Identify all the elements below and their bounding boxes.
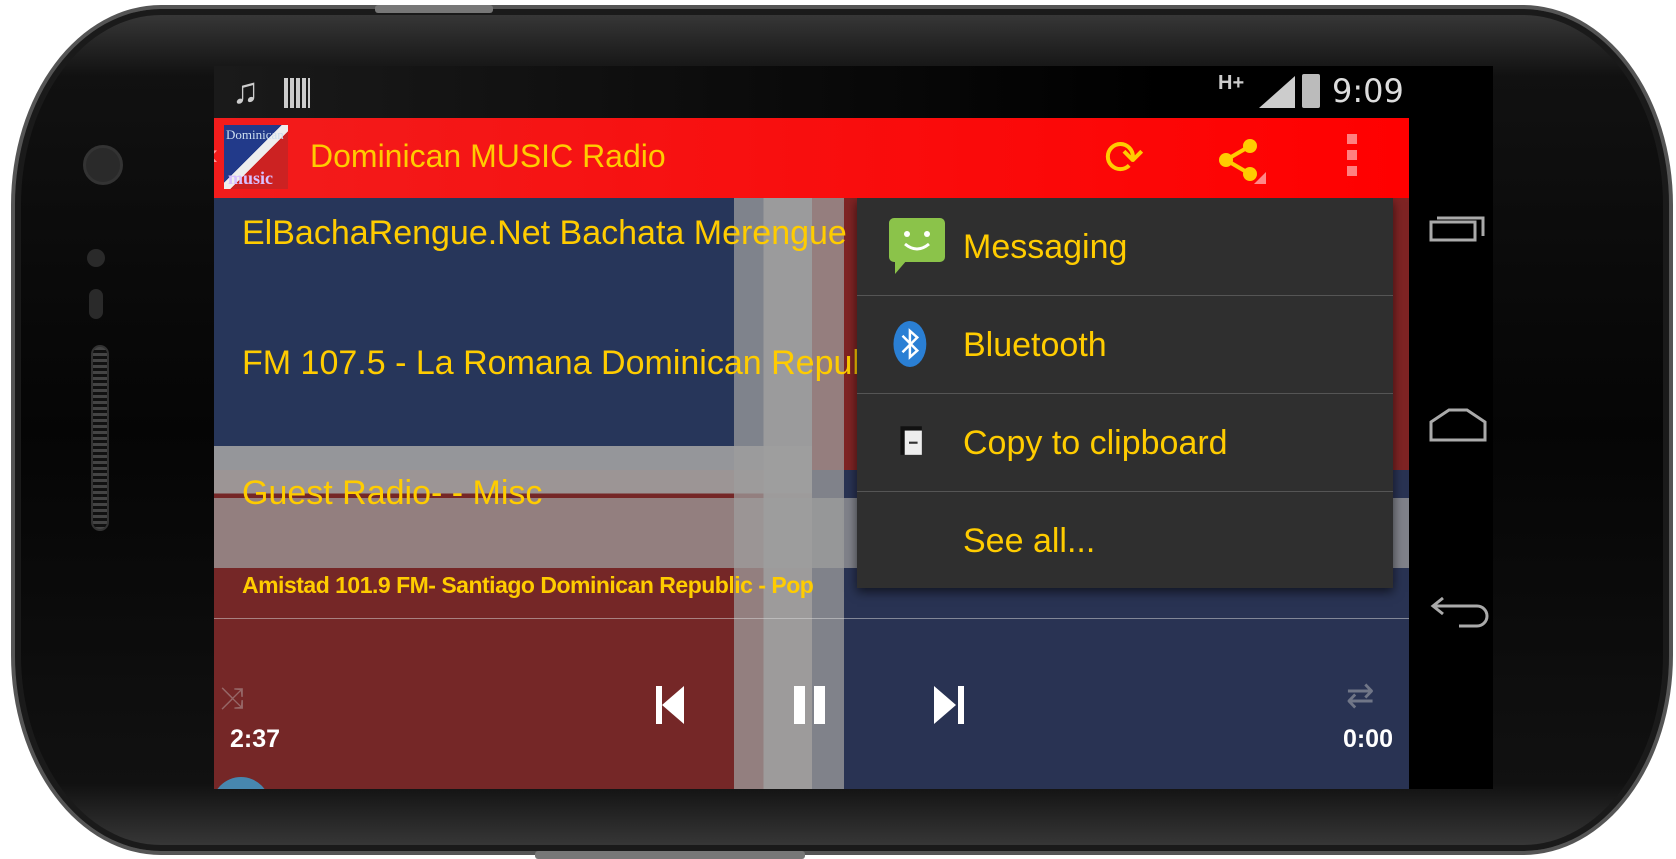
messaging-icon: [889, 218, 945, 274]
bluetooth-icon: [893, 321, 927, 367]
sensor: [87, 249, 105, 267]
overflow-menu-icon[interactable]: [1347, 134, 1357, 176]
navigation-bar: [1409, 66, 1493, 789]
share-menu: Messaging Bluetooth Copy to clipboard Se…: [857, 198, 1393, 588]
elapsed-time: 2:37: [230, 725, 281, 753]
back-icon[interactable]: [1429, 594, 1491, 630]
battery-charging-icon: [1302, 74, 1320, 108]
content-area: ElBachaRengue.Net Bachata Merengue FM 10…: [214, 198, 1409, 789]
duration-time: 0:00: [1342, 725, 1393, 753]
now-playing-text: Amistad 101.9 FM- Santiago Dominican Rep…: [242, 572, 814, 598]
recent-apps-icon[interactable]: [1429, 210, 1487, 244]
clipboard-icon: [900, 426, 922, 455]
screen: ♫ H+ 9:09 ‹ Dominicanmusic Dominican MUS…: [214, 66, 1493, 789]
network-type: H+: [1218, 72, 1245, 94]
action-bar: ‹ Dominicanmusic Dominican MUSIC Radio ⟳: [214, 118, 1409, 198]
next-icon[interactable]: [934, 686, 964, 724]
app-logo[interactable]: Dominican music: [224, 125, 288, 189]
up-caret-icon[interactable]: ‹: [214, 138, 218, 172]
status-bar: ♫ H+ 9:09: [214, 66, 1409, 118]
front-camera: [83, 145, 123, 185]
repeat-icon[interactable]: ⇄: [1346, 676, 1375, 716]
share-option-messaging[interactable]: Messaging: [857, 198, 1393, 296]
station-item[interactable]: FM 107.5 - La Romana Dominican Republic: [242, 344, 903, 383]
barcode-icon: [284, 78, 310, 108]
share-icon[interactable]: [1216, 136, 1266, 184]
share-option-bluetooth[interactable]: Bluetooth: [857, 296, 1393, 394]
sensor: [89, 289, 103, 319]
previous-icon[interactable]: [656, 686, 686, 724]
app-title: Dominican MUSIC Radio: [310, 138, 666, 174]
speaker-grille: [91, 345, 109, 531]
phone-bottom-button: [535, 851, 805, 859]
music-note-icon: ♫: [232, 70, 259, 111]
refresh-icon[interactable]: ⟳: [1104, 130, 1144, 186]
divider: [214, 618, 1409, 619]
station-item[interactable]: Guest Radio- - Misc: [242, 474, 542, 513]
share-option-see-all[interactable]: See all...: [857, 492, 1393, 590]
shuffle-icon[interactable]: ⤨: [220, 682, 244, 716]
clock: 9:09: [1332, 72, 1404, 110]
home-icon[interactable]: [1429, 408, 1487, 442]
station-item[interactable]: ElBachaRengue.Net Bachata Merengue: [242, 214, 847, 253]
share-option-clipboard[interactable]: Copy to clipboard: [857, 394, 1393, 492]
phone-top-button: [375, 5, 493, 13]
pause-icon[interactable]: [794, 686, 826, 724]
signal-icon: [1259, 76, 1295, 108]
